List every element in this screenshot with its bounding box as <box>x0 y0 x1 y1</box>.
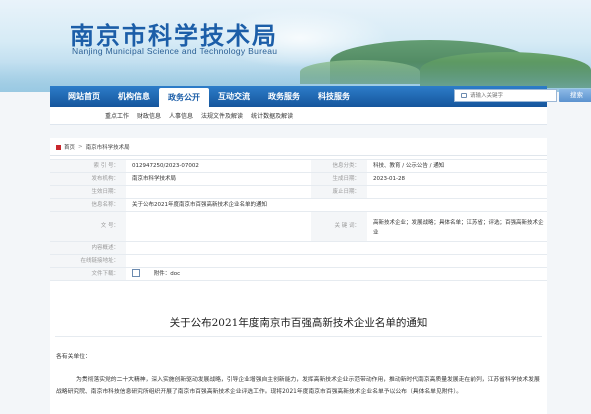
nav-item-government-affairs[interactable]: 政务公开 <box>159 88 209 107</box>
search-button[interactable]: 搜索 <box>559 89 591 102</box>
index-value: 012947250/2023-07002 <box>132 163 199 169</box>
subnav-item-finance[interactable]: 财政信息 <box>137 111 161 120</box>
subnav-item-key-work[interactable]: 重点工作 <box>105 111 129 120</box>
info-table: 索 引 号： 012947250/2023-07002 信息分类： 科技、教育 … <box>50 159 547 281</box>
index-label: 索 引 号： <box>50 160 126 172</box>
info-row: 生效日期： 废止日期： <box>50 186 547 199</box>
subnav-item-statistics[interactable]: 统计数据及解读 <box>251 111 293 120</box>
download-label: 文件下载： <box>50 268 126 280</box>
date-value: 2023-01-28 <box>373 176 405 182</box>
info-row: 发布机构： 南京市科学技术局 生成日期： 2023-01-28 <box>50 173 547 186</box>
date-label: 生成日期： <box>311 173 367 185</box>
nav-item-government-services[interactable]: 政务服务 <box>259 86 309 107</box>
online-label: 在线链接地址： <box>50 255 126 267</box>
subnav-item-personnel[interactable]: 人事信息 <box>169 111 193 120</box>
info-row: 文件下载： 附件：doc <box>50 268 547 281</box>
effective-label: 生效日期： <box>50 186 126 198</box>
expire-value <box>367 186 547 198</box>
main-nav: 网站首页 机构信息 政务公开 互动交流 政务服务 科技服务 搜索 <box>50 86 591 107</box>
document-title: 关于公布2021年度南京市百强高新技术企业名单的通知 <box>169 317 428 329</box>
divider <box>50 155 547 156</box>
content-label: 内容概述： <box>50 242 126 254</box>
search-box <box>454 89 557 102</box>
info-row: 在线链接地址： <box>50 255 547 268</box>
download-cell: 附件：doc <box>126 268 180 280</box>
content-panel: 首页 > 南京市科学技术局 索 引 号： 012947250/2023-0700… <box>50 138 547 414</box>
keywords-label: 关 键 词： <box>311 212 367 241</box>
keywords-value: 高新技术企业；发展战略；具体名单；江苏省；评选；百强高新技术企业 <box>373 220 544 236</box>
name-value: 关于公布2021年度南京市百强高新技术企业名单的通知 <box>132 202 267 208</box>
expire-label: 废止日期： <box>311 186 367 198</box>
search-input[interactable] <box>470 90 555 101</box>
breadcrumb-separator: > <box>78 144 83 150</box>
nav-item-technology-services[interactable]: 科技服务 <box>309 86 359 107</box>
divider <box>55 336 542 337</box>
online-value <box>126 255 132 267</box>
attachment-icon[interactable] <box>132 268 140 277</box>
header-banner: 南京市科学技术局 Nanjing Municipal Science and T… <box>0 0 591 92</box>
subnav-item-regulations[interactable]: 法规文件及解读 <box>201 111 243 120</box>
site-subtitle: Nanjing Municipal Science and Technology… <box>72 46 278 56</box>
issuer-label: 发布机构： <box>50 173 126 185</box>
search-icon <box>461 93 467 98</box>
nav-item-interaction[interactable]: 互动交流 <box>209 86 259 107</box>
docno-label: 文 号： <box>50 212 126 241</box>
breadcrumb-current[interactable]: 南京市科学技术局 <box>86 143 130 151</box>
sub-nav: 重点工作 财政信息 人事信息 法规文件及解读 统计数据及解读 <box>50 107 547 125</box>
category-value: 科技、教育 / 公示公告 / 通知 <box>373 163 445 169</box>
breadcrumb: 首页 > 南京市科学技术局 <box>56 143 130 151</box>
content-value <box>126 242 132 254</box>
category-label: 信息分类： <box>311 160 367 172</box>
info-row: 文 号： 关 键 词： 高新技术企业；发展战略；具体名单；江苏省；评选；百强高新… <box>50 212 547 242</box>
info-row: 信息名称： 关于公布2021年度南京市百强高新技术企业名单的通知 <box>50 199 547 212</box>
issuer-value: 南京市科学技术局 <box>132 176 177 182</box>
home-icon <box>56 144 61 150</box>
nav-item-home[interactable]: 网站首页 <box>59 86 109 107</box>
document-paragraph: 为贯彻落实党的二十大精神，深入实施创新驱动发展战略，引导企业增强自主创新能力，发… <box>56 377 540 395</box>
nav-item-organization[interactable]: 机构信息 <box>109 86 159 107</box>
attachment-link[interactable]: 附件：doc <box>154 271 180 277</box>
document-salutation: 各有关单位： <box>56 354 91 360</box>
info-row: 索 引 号： 012947250/2023-07002 信息分类： 科技、教育 … <box>50 160 547 173</box>
docno-value <box>126 212 311 241</box>
effective-value <box>126 186 311 198</box>
breadcrumb-home[interactable]: 首页 <box>64 143 75 151</box>
info-row: 内容概述： <box>50 242 547 255</box>
name-label: 信息名称： <box>50 199 126 211</box>
